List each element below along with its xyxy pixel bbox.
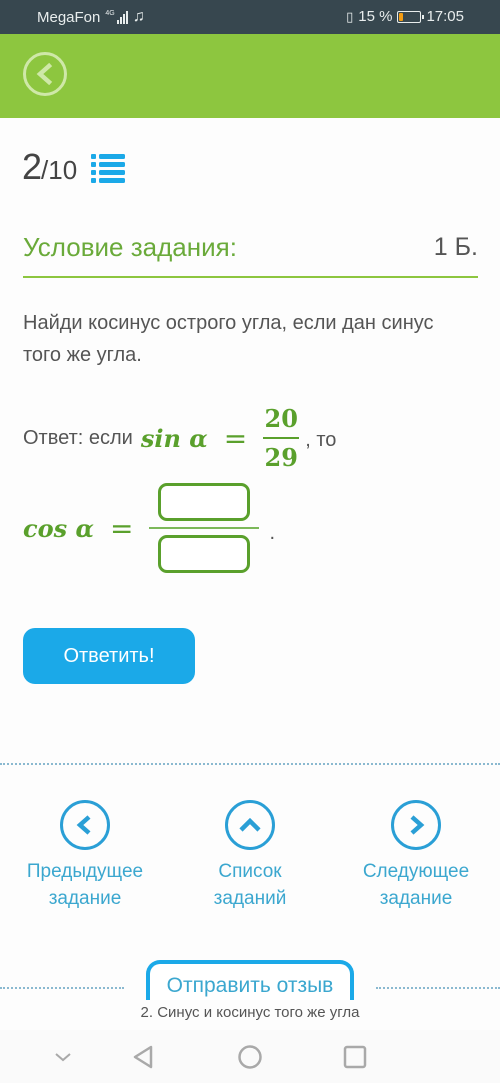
hide-keyboard-button[interactable] <box>48 1042 78 1072</box>
chevron-up-icon <box>239 817 261 832</box>
fraction-denominator: 29 <box>264 443 298 472</box>
app-header <box>0 34 500 118</box>
nav-circle <box>225 800 275 850</box>
android-navigation-bar <box>0 1030 500 1083</box>
back-button[interactable] <box>23 52 67 96</box>
previous-task-button[interactable]: Предыдущее задание <box>0 800 170 912</box>
battery-percent: 15 % <box>358 8 393 25</box>
chevron-left-icon <box>36 63 53 85</box>
period: . <box>269 521 275 544</box>
nav-label: Список заданий <box>165 858 335 912</box>
status-left: MegaFon 4G ♫ <box>37 8 145 26</box>
equals-sign: = <box>223 421 248 455</box>
carrier-name: MegaFon <box>37 8 101 26</box>
chevron-down-icon <box>55 1053 71 1062</box>
send-feedback-button[interactable]: Отправить отзыв <box>146 960 354 1000</box>
cos-expression: cos α <box>23 513 94 543</box>
signal-icon: 4G <box>105 10 128 24</box>
task-list-button[interactable]: Список заданий <box>165 800 335 912</box>
back-triangle-icon <box>133 1045 153 1069</box>
nav-label-line2: задание <box>379 888 453 909</box>
nav-label: Следующее задание <box>331 858 500 912</box>
nav-label-line1: Предыдущее <box>26 861 144 882</box>
nav-label-line1: Список <box>218 861 282 882</box>
answer-fraction <box>149 483 260 573</box>
current-task-number: 2 <box>22 146 42 187</box>
chevron-right-icon <box>410 815 425 835</box>
sin-expression: sin α <box>140 423 208 453</box>
home-circle-icon <box>238 1045 262 1069</box>
dotted-divider <box>0 763 500 765</box>
nav-label: Предыдущее задание <box>0 858 170 912</box>
dotted-divider-right <box>376 987 500 989</box>
numerator-input[interactable] <box>158 483 251 521</box>
answer-fraction-bar <box>149 527 260 529</box>
submit-answer-button[interactable]: Ответить! <box>23 628 195 684</box>
status-right: ▯ 15 % 17:05 <box>346 8 464 25</box>
recents-button[interactable] <box>340 1042 370 1072</box>
points-value: 1 Б. <box>433 233 478 261</box>
status-bar: MegaFon 4G ♫ ▯ 15 % 17:05 <box>0 0 500 34</box>
answer-middle: , то <box>305 428 337 451</box>
next-task-button[interactable]: Следующее задание <box>331 800 500 912</box>
task-counter: 2 /10 <box>22 146 126 188</box>
recents-square-icon <box>343 1045 367 1069</box>
battery-icon <box>397 10 425 23</box>
vibrate-icon: ▯ <box>346 8 354 24</box>
task-statement: Найди косинус острого угла, если дан син… <box>23 312 434 366</box>
denominator-input[interactable] <box>158 535 251 573</box>
nav-label-line2: задание <box>48 888 122 909</box>
clock: 17:05 <box>426 8 464 25</box>
fraction-bar <box>263 437 300 439</box>
equals-sign: = <box>109 511 134 545</box>
topic-caption: 2. Синус и косинус того же угла <box>140 1004 360 1021</box>
answer-input-row: cos α = . <box>23 478 275 578</box>
nav-label-line1: Следующее <box>362 861 470 882</box>
answer-given: Ответ: если sin α = 20 29 , то <box>23 398 336 478</box>
home-button[interactable] <box>235 1042 265 1072</box>
answer-prefix: Ответ: если <box>23 426 133 449</box>
nav-circle <box>391 800 441 850</box>
list-icon[interactable] <box>91 153 126 183</box>
battery-level <box>399 12 403 21</box>
music-icon: ♫ <box>132 8 145 25</box>
section-divider <box>23 276 478 278</box>
given-fraction: 20 29 <box>263 404 300 472</box>
total-tasks: /10 <box>41 154 78 185</box>
nav-circle <box>60 800 110 850</box>
chevron-left-icon <box>76 815 91 835</box>
section-title: Условие задания: <box>23 232 237 262</box>
nav-label-line2: заданий <box>213 888 287 909</box>
fraction-numerator: 20 <box>264 404 298 433</box>
system-back-button[interactable] <box>128 1042 158 1072</box>
dotted-divider-left <box>0 987 124 989</box>
